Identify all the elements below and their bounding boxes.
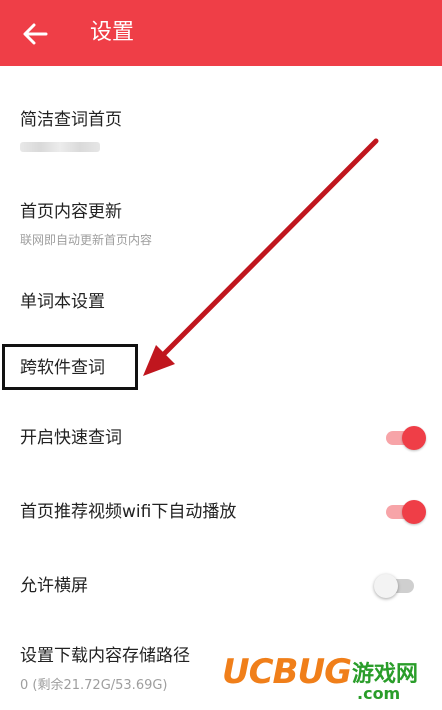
setting-landscape[interactable]: 允许横屏 — [0, 548, 442, 622]
app-bar: 设置 — [0, 0, 442, 66]
toggle-thumb — [402, 500, 426, 524]
setting-quick-lookup-label: 开启快速查词 — [20, 428, 122, 448]
quick-lookup-toggle[interactable] — [384, 422, 428, 452]
setting-wordbook-label: 单词本设置 — [20, 292, 105, 312]
toggle-thumb — [374, 574, 398, 598]
setting-landscape-label: 允许横屏 — [20, 576, 88, 596]
setting-concise-home-label: 简洁查词首页 — [20, 110, 122, 130]
setting-home-update[interactable]: 首页内容更新 联网即自动更新首页内容 — [0, 176, 442, 268]
setting-autoplay-video-label: 首页推荐视频wifi下自动播放 — [20, 502, 237, 522]
watermark-brand: UCBUG — [222, 652, 352, 692]
setting-home-update-label: 首页内容更新 — [20, 202, 122, 222]
landscape-toggle[interactable] — [374, 570, 418, 600]
setting-autoplay-video[interactable]: 首页推荐视频wifi下自动播放 — [0, 474, 442, 548]
setting-download-path-value: 0 (剩余21.72G/53.69G) — [20, 678, 168, 693]
setting-quick-lookup[interactable]: 开启快速查词 — [0, 400, 442, 474]
page-title: 设置 — [90, 20, 135, 45]
watermark-domain: .com — [357, 684, 401, 703]
toggle-thumb — [402, 426, 426, 450]
setting-home-update-description: 联网即自动更新首页内容 — [20, 233, 153, 247]
annotation-highlight-box — [2, 344, 138, 390]
arrow-left-icon — [23, 23, 48, 45]
blurred-value — [20, 142, 100, 152]
setting-wordbook[interactable]: 单词本设置 — [0, 268, 442, 340]
back-button[interactable] — [18, 17, 52, 51]
setting-concise-home[interactable]: 简洁查词首页 — [0, 66, 442, 176]
autoplay-video-toggle[interactable] — [384, 496, 428, 526]
site-watermark: UCBUG 游戏网 .com — [222, 652, 442, 710]
setting-download-path-label: 设置下载内容存储路径 — [20, 646, 190, 666]
